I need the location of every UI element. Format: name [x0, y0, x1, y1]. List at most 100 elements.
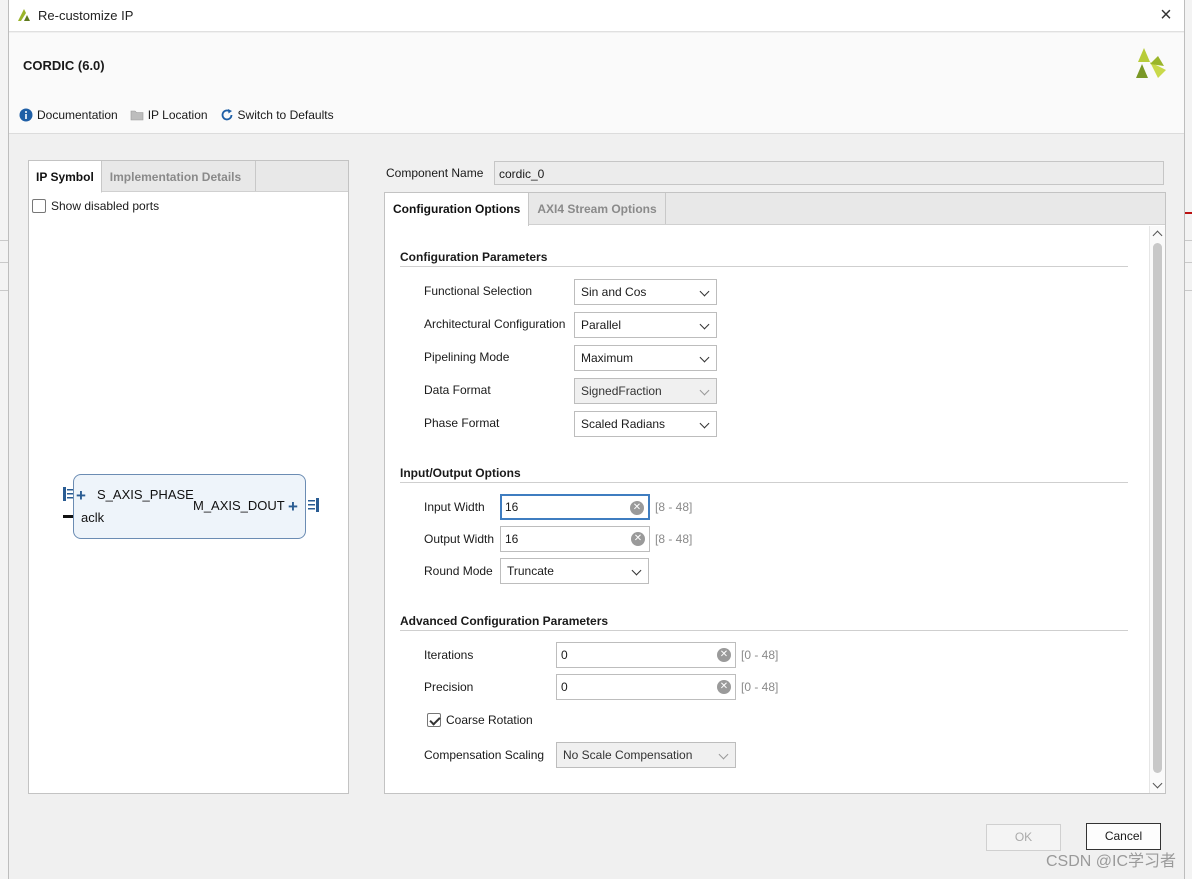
functional-selection-value: Sin and Cos: [581, 285, 647, 299]
expand-output-icon[interactable]: +: [288, 498, 298, 515]
recustomize-ip-dialog: Re-customize IP × CORDIC (6.0) Documenta…: [8, 0, 1185, 879]
show-disabled-ports-row[interactable]: Show disabled ports: [32, 199, 159, 213]
compensation-scaling-label: Compensation Scaling: [424, 748, 545, 762]
show-disabled-ports-checkbox[interactable]: [32, 199, 46, 213]
window-title: Re-customize IP: [38, 8, 134, 23]
chevron-down-icon: [699, 385, 710, 396]
documentation-label: Documentation: [37, 108, 118, 122]
iterations-field[interactable]: 0 ✕: [556, 642, 736, 668]
tab-axi4-stream-options[interactable]: AXI4 Stream Options: [529, 193, 666, 224]
scroll-up-icon[interactable]: [1152, 230, 1163, 241]
expand-input-icon[interactable]: +: [76, 487, 86, 504]
left-tabs: IP Symbol Implementation Details: [29, 161, 348, 193]
pipelining-mode-value: Maximum: [581, 351, 634, 365]
pipelining-mode-label: Pipelining Mode: [424, 350, 510, 364]
clear-icon[interactable]: ✕: [630, 501, 644, 515]
section-divider: [400, 266, 1128, 267]
title-bar: Re-customize IP ×: [9, 0, 1184, 32]
iterations-label: Iterations: [424, 648, 474, 662]
documentation-button[interactable]: Documentation: [19, 108, 118, 122]
phase-format-label: Phase Format: [424, 416, 500, 430]
chevron-down-icon: [699, 418, 710, 429]
functional-selection-label: Functional Selection: [424, 284, 533, 298]
section-title-io: Input/Output Options: [400, 466, 521, 480]
switch-to-defaults-button[interactable]: Switch to Defaults: [220, 108, 334, 122]
toolbar: Documentation IP Location Switch to Defa…: [19, 108, 346, 122]
configuration-panel: Configuration Options AXI4 Stream Option…: [384, 192, 1166, 794]
coarse-rotation-label: Coarse Rotation: [446, 713, 533, 727]
pipelining-mode-dropdown[interactable]: Maximum: [574, 345, 717, 371]
tab-configuration-options[interactable]: Configuration Options: [385, 193, 530, 226]
input-width-range: [8 - 48]: [655, 500, 693, 514]
chevron-down-icon: [631, 565, 642, 576]
iterations-range: [0 - 48]: [741, 648, 779, 662]
input-port-label: S_AXIS_PHASE: [97, 487, 194, 502]
compensation-scaling-value: No Scale Compensation: [563, 748, 693, 762]
functional-selection-dropdown[interactable]: Sin and Cos: [574, 279, 717, 305]
precision-range: [0 - 48]: [741, 680, 779, 694]
input-width-value: 16: [505, 500, 519, 514]
clear-icon[interactable]: ✕: [717, 680, 731, 694]
iterations-value: 0: [561, 648, 568, 662]
background-divider: [0, 262, 8, 263]
clock-pin: [63, 515, 73, 518]
tab-ip-symbol[interactable]: IP Symbol: [29, 161, 102, 193]
xilinx-logo-icon: [1136, 48, 1166, 78]
background-divider: [1184, 240, 1192, 241]
precision-field[interactable]: 0 ✕: [556, 674, 736, 700]
output-width-field[interactable]: 16 ✕: [500, 526, 650, 552]
tab-implementation-details[interactable]: Implementation Details: [102, 161, 257, 191]
background-divider: [0, 290, 8, 291]
coarse-rotation-checkbox[interactable]: [427, 713, 441, 727]
scroll-down-icon[interactable]: [1152, 778, 1163, 789]
data-format-dropdown: SignedFraction: [574, 378, 717, 404]
component-name-label: Component Name: [386, 166, 484, 180]
architectural-config-value: Parallel: [581, 318, 622, 332]
ip-name: CORDIC (6.0): [23, 58, 105, 73]
background-app-right: [1184, 0, 1192, 879]
coarse-rotation-row[interactable]: Coarse Rotation: [427, 713, 533, 727]
clear-icon[interactable]: ✕: [631, 532, 645, 546]
round-mode-value: Truncate: [507, 564, 554, 578]
scroll-thumb[interactable]: [1153, 243, 1162, 773]
output-port-label: M_AXIS_DOUT: [193, 498, 285, 513]
clock-port-label: aclk: [81, 510, 105, 525]
vivado-logo-icon: [18, 9, 30, 21]
cancel-button[interactable]: Cancel: [1086, 823, 1161, 850]
component-name-field[interactable]: cordic_0: [494, 161, 1164, 185]
background-divider: [1184, 290, 1192, 291]
clear-icon[interactable]: ✕: [717, 648, 731, 662]
section-title-config: Configuration Parameters: [400, 250, 548, 264]
section-title-advanced: Advanced Configuration Parameters: [400, 614, 609, 628]
architectural-config-dropdown[interactable]: Parallel: [574, 312, 717, 338]
show-disabled-ports-label: Show disabled ports: [51, 199, 160, 213]
background-divider: [0, 240, 8, 241]
section-divider: [400, 482, 1128, 483]
info-icon: [19, 108, 33, 122]
watermark: CSDN @IC学习者: [1045, 853, 1176, 870]
phase-format-dropdown[interactable]: Scaled Radians: [574, 411, 717, 437]
input-width-field[interactable]: 16 ✕: [500, 494, 650, 520]
compensation-scaling-dropdown: No Scale Compensation: [556, 742, 736, 768]
output-width-range: [8 - 48]: [655, 532, 693, 546]
chevron-down-icon: [699, 319, 710, 330]
precision-value: 0: [561, 680, 568, 694]
data-format-label: Data Format: [424, 383, 491, 397]
architectural-config-label: Architectural Configuration: [424, 317, 566, 331]
chevron-down-icon: [699, 352, 710, 363]
precision-label: Precision: [424, 680, 474, 694]
config-content: Configuration Parameters Functional Sele…: [385, 226, 1150, 793]
background-divider: [1184, 262, 1192, 263]
output-width-value: 16: [505, 532, 519, 546]
ip-location-button[interactable]: IP Location: [130, 108, 208, 122]
round-mode-dropdown[interactable]: Truncate: [500, 558, 649, 584]
ip-header: CORDIC (6.0) Documentation IP Location S…: [9, 33, 1184, 134]
switch-to-defaults-label: Switch to Defaults: [237, 108, 334, 122]
data-format-value: SignedFraction: [581, 384, 662, 398]
close-button[interactable]: ×: [1156, 5, 1176, 26]
config-scrollbar[interactable]: [1149, 226, 1165, 793]
input-width-label: Input Width: [424, 500, 485, 514]
phase-format-value: Scaled Radians: [581, 417, 666, 431]
folder-icon: [130, 110, 144, 121]
config-tabs: Configuration Options AXI4 Stream Option…: [385, 193, 1165, 226]
